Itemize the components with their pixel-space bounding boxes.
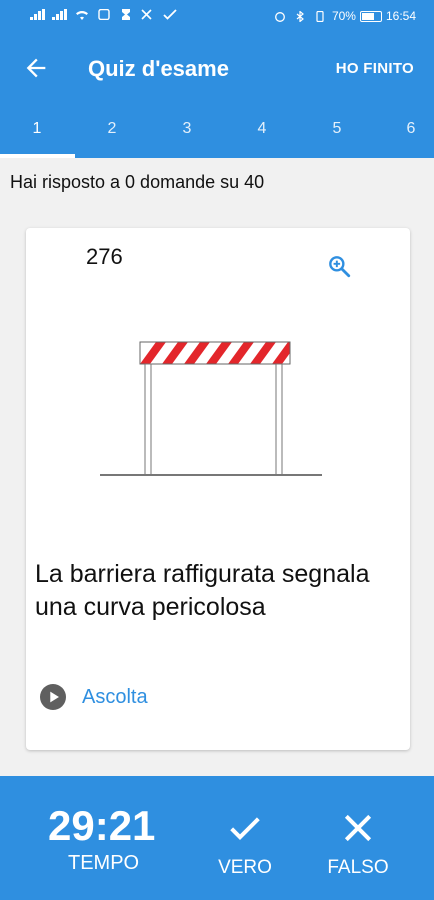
bluetooth-icon [296, 10, 304, 22]
arrow-back-icon[interactable] [22, 54, 50, 82]
app-bar: Quiz d'esame HO FINITO [0, 34, 434, 102]
tab-3[interactable]: 3 [172, 120, 202, 138]
hourglass-icon [122, 9, 130, 20]
tab-6[interactable]: 6 [396, 120, 426, 138]
timer: 29:21 [48, 802, 156, 849]
page-title: Quiz d'esame [88, 56, 229, 81]
nfc-icon [98, 9, 110, 20]
battery-icon [359, 10, 382, 22]
battery-percent: 70% [331, 9, 356, 23]
signal-icon [52, 9, 67, 20]
finish-button[interactable]: HO FINITO [336, 60, 414, 77]
clock: 16:54 [385, 9, 416, 23]
check-icon [163, 9, 177, 20]
tab-1[interactable]: 1 [22, 120, 52, 138]
true-label: VERO [218, 857, 272, 878]
false-button[interactable]: FALSO [318, 808, 398, 879]
listen-label: Ascolta [82, 685, 148, 708]
question-tabs: 1 2 3 4 5 6 [0, 102, 434, 158]
question-number: 276 [86, 244, 123, 269]
status-icons-right: 70% 16:54 [272, 9, 416, 23]
true-button[interactable]: VERO [205, 808, 285, 879]
close-icon [344, 814, 372, 842]
signal-icon [30, 9, 45, 20]
alarm-icon [274, 11, 285, 22]
wifi-icon [76, 11, 88, 20]
zoom-in-icon[interactable] [326, 253, 352, 279]
question-text: La barriera raffigurata segnala una curv… [35, 560, 370, 621]
check-icon [230, 817, 260, 840]
barrier-sign-image [100, 341, 322, 476]
question-card: 276 La barriera raffigurata segnala una … [26, 228, 410, 750]
tab-4[interactable]: 4 [247, 120, 277, 138]
answered-counter: Hai risposto a 0 domande su 40 [10, 172, 265, 192]
tab-5[interactable]: 5 [322, 120, 352, 138]
vibrate-icon [316, 10, 324, 22]
play-icon [40, 684, 66, 710]
tools-icon [141, 9, 152, 20]
listen-button[interactable]: Ascolta [40, 684, 148, 710]
status-icons-left [30, 9, 178, 20]
false-label: FALSO [327, 857, 389, 878]
status-bar: 70% 16:54 [0, 0, 434, 34]
bottom-bar: 29:21 TEMPO VERO FALSO [0, 776, 434, 900]
timer-label: TEMPO [68, 852, 140, 874]
tab-indicator [0, 154, 75, 158]
tab-2[interactable]: 2 [97, 120, 127, 138]
